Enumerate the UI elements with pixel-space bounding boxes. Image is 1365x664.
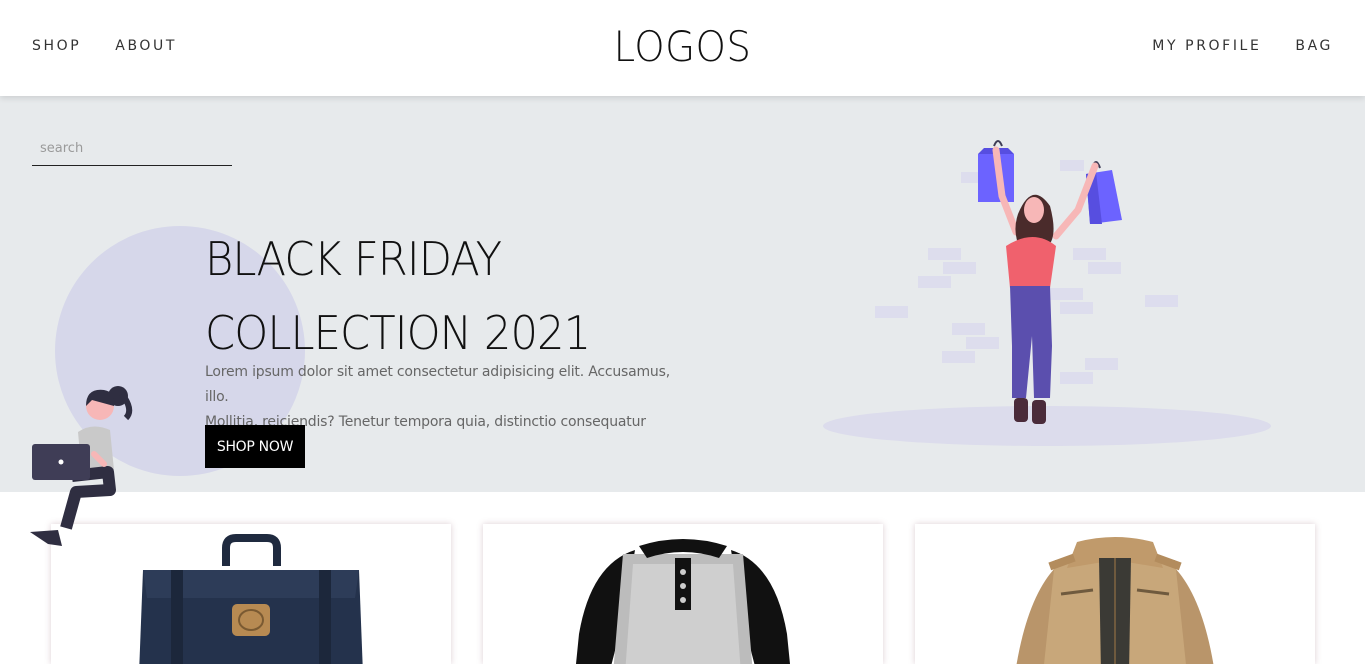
- product-card-jacket[interactable]: [915, 524, 1315, 664]
- jacket-image: [1016, 537, 1214, 664]
- nav-my-profile-link[interactable]: MY PROFILE: [1152, 38, 1261, 54]
- nav-bag-link[interactable]: BAG: [1295, 38, 1333, 54]
- product-list: [0, 492, 1365, 664]
- shirt-image: [576, 539, 790, 664]
- search-box: [32, 132, 232, 166]
- product-card-shirt[interactable]: [483, 524, 883, 664]
- shopping-woman-illustration: [823, 140, 1271, 446]
- nav-right: MY PROFILE BAG: [1152, 38, 1333, 54]
- site-logo[interactable]: LOGOS: [55, 22, 1311, 71]
- laptop-person-illustration: [30, 386, 133, 546]
- hero-description-line-1: Lorem ipsum dolor sit amet consectetur a…: [205, 364, 670, 405]
- hero-banner: BLACK FRIDAY COLLECTION 2021 Lorem ipsum…: [0, 96, 1365, 492]
- hero-title-line-1: BLACK FRIDAY: [205, 232, 502, 286]
- shop-now-button[interactable]: SHOP NOW: [205, 425, 305, 468]
- hero-title: BLACK FRIDAY COLLECTION 2021: [205, 222, 591, 370]
- search-input[interactable]: [32, 132, 232, 164]
- hero-title-line-2: COLLECTION 2021: [205, 306, 591, 360]
- hero-description: Lorem ipsum dolor sit amet consectetur a…: [205, 360, 685, 435]
- site-header: SHOP ABOUT LOGOS MY PROFILE BAG: [0, 0, 1365, 96]
